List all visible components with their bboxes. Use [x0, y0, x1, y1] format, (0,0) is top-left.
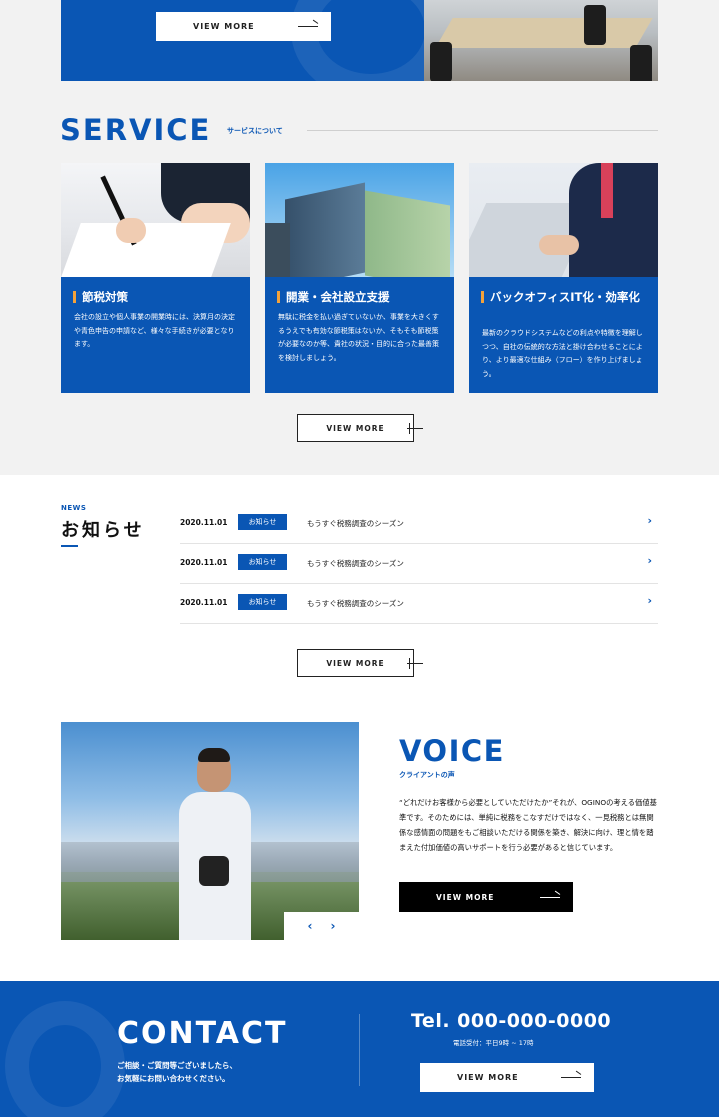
news-category-badge: お知らせ [238, 594, 287, 610]
voice-subheading: クライアントの声 [399, 771, 455, 779]
news-title: もうすぐ税務調査のシーズン [307, 599, 404, 608]
arrow-right-icon [298, 26, 318, 27]
chevron-right-icon[interactable]: › [331, 919, 336, 933]
service-card-title: 節税対策 [73, 289, 243, 305]
service-view-more-label: VIEW MORE [326, 423, 385, 433]
service-section: VIEW MORE SERVICE サービスについて 節税対策 会社の設立や個人… [0, 0, 719, 475]
news-title: もうすぐ税務調査のシーズン [307, 559, 404, 568]
news-view-more-button[interactable]: VIEW MORE [297, 649, 423, 677]
service-view-more-button[interactable]: VIEW MORE [297, 414, 423, 442]
phone-number[interactable]: Tel. 000-000-0000 [411, 1010, 611, 1032]
voice-heading: VOICE [399, 734, 505, 768]
contact-divider [359, 1014, 360, 1086]
contact-heading: CONTACT [117, 1016, 288, 1051]
news-category-badge: お知らせ [238, 514, 287, 530]
arrow-right-icon [407, 658, 423, 669]
service-card-body: 最新のクラウドシステムなどの利点や特徴を理解しつつ、自社の伝統的な方法と掛け合わ… [482, 329, 643, 378]
news-row[interactable]: 2020.11.01 お知らせ もうすぐ税務調査のシーズン › [180, 584, 658, 624]
service-card-startup[interactable]: 開業・会社設立支援 無駄に税金を払い過ぎていないか、事業を大きくするうえでも有効… [265, 163, 454, 393]
news-date: 2020.11.01 [180, 558, 228, 567]
news-row[interactable]: 2020.11.01 お知らせ もうすぐ税務調査のシーズン › [180, 544, 658, 584]
news-view-more-label: VIEW MORE [326, 658, 385, 668]
news-category-badge: お知らせ [238, 554, 287, 570]
news-date: 2020.11.01 [180, 518, 228, 527]
service-card-body: 無駄に税金を払い過ぎていないか、事業を大きくするうえでも有効な節税策はないか、そ… [278, 313, 439, 362]
news-label-en: NEWS [61, 504, 87, 512]
news-date: 2020.11.01 [180, 598, 228, 607]
news-title: もうすぐ税務調査のシーズン [307, 519, 404, 528]
arrow-right-icon [407, 423, 423, 434]
service-subheading: サービスについて [227, 127, 283, 135]
service-divider [307, 130, 658, 131]
news-heading: お知らせ [61, 520, 145, 541]
news-heading-underline [61, 545, 78, 547]
arrow-right-icon [540, 897, 560, 898]
phone-hours: 電話受付：平日9時 ~ 17時 [453, 1039, 534, 1047]
contact-description: ご相談・ご質問等ございましたら、 お気軽にお問い合わせください。 [117, 1059, 237, 1085]
service-card-tax[interactable]: 節税対策 会社の設立や個人事業の開業時には、決算月の決定や青色申告の申請など、様… [61, 163, 250, 393]
contact-section: CONTACT ご相談・ご質問等ございましたら、 お気軽にお問い合わせください。… [0, 981, 719, 1117]
hero-view-more-button[interactable]: VIEW MORE [156, 12, 331, 41]
service-heading: SERVICE [60, 113, 212, 147]
chevron-right-icon: › [647, 594, 652, 607]
voice-view-more-label: VIEW MORE [436, 892, 495, 902]
voice-view-more-button[interactable]: VIEW MORE [399, 882, 573, 912]
service-card-body: 会社の設立や個人事業の開業時には、決算月の決定や青色申告の申請など、様々な手続き… [74, 313, 235, 348]
skyscraper-photo [265, 163, 454, 277]
laptop-businessman-photo [469, 163, 658, 277]
contact-view-more-button[interactable]: VIEW MORE [420, 1063, 594, 1092]
hero-banner: VIEW MORE [61, 0, 658, 81]
arrow-right-icon [561, 1077, 581, 1078]
office-photo [424, 0, 658, 81]
chevron-left-icon[interactable]: ‹ [308, 919, 313, 933]
voice-description: “どれだけお客様から必要としていただけたか”それが、OGINOの考える価値基準で… [399, 798, 657, 852]
client-photo [61, 722, 359, 940]
signing-document-photo [61, 163, 250, 277]
service-card-title: バックオフィスIT化・効率化 [481, 289, 651, 305]
news-row[interactable]: 2020.11.01 お知らせ もうすぐ税務調査のシーズン › [180, 504, 658, 544]
contact-description-line: お気軽にお問い合わせください。 [117, 1074, 230, 1083]
hero-view-more-label: VIEW MORE [193, 22, 255, 31]
contact-logo-watermark [5, 1001, 125, 1117]
chevron-right-icon: › [647, 514, 652, 527]
service-card-it[interactable]: バックオフィスIT化・効率化 最新のクラウドシステムなどの利点や特徴を理解しつつ… [469, 163, 658, 393]
contact-description-line: ご相談・ご質問等ございましたら、 [117, 1061, 237, 1070]
voice-slider-controls: ‹ › [284, 912, 359, 940]
service-card-title: 開業・会社設立支援 [277, 289, 447, 305]
contact-view-more-label: VIEW MORE [457, 1073, 519, 1082]
chevron-right-icon: › [647, 554, 652, 567]
